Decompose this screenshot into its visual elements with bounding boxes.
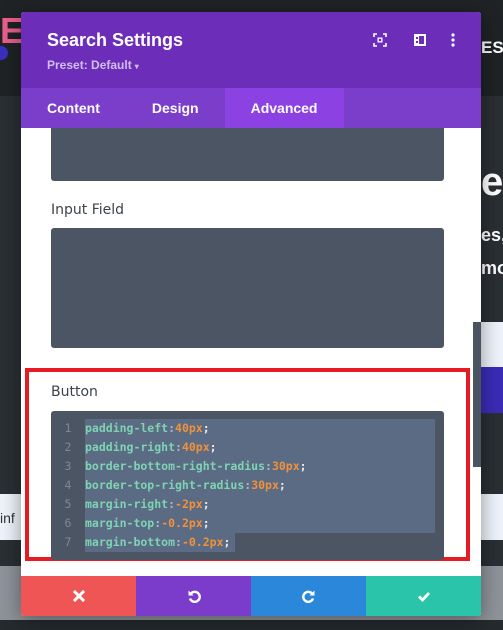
css-property: padding-right <box>85 440 176 454</box>
css-semicolon: ; <box>299 459 307 473</box>
background-search-input[interactable] <box>481 322 503 368</box>
css-semicolon: ; <box>202 516 210 530</box>
css-value: 30px <box>251 478 279 492</box>
background-info-text: inf <box>0 510 15 526</box>
line-number: 3 <box>64 459 72 473</box>
code-line: 5 margin-right: -2px; <box>51 495 444 514</box>
input-field-label: Input Field <box>51 202 125 218</box>
background-search-button[interactable] <box>481 367 503 413</box>
settings-modal: Search Settings Preset: Default ▾ Conten… <box>21 12 481 616</box>
tab-advanced[interactable]: Advanced <box>224 88 344 128</box>
input-field-css-editor[interactable] <box>51 228 444 348</box>
line-number: 1 <box>64 421 72 435</box>
css-colon: : <box>265 459 272 473</box>
code-line: 3 border-bottom-right-radius:30px; <box>51 457 444 476</box>
css-value: -0.2px <box>161 516 203 530</box>
css-colon: : <box>175 440 182 454</box>
code-line: 1 padding-left:40px; <box>51 419 444 438</box>
code-line: 2 padding-right:40px; <box>51 438 444 457</box>
preset-dropdown[interactable]: Preset: Default ▾ <box>47 58 139 72</box>
code-line: 4 border-top-right-radius:30px; <box>51 476 444 495</box>
save-check-icon <box>417 592 430 603</box>
css-property: margin-top <box>85 516 155 530</box>
css-value: 30px <box>271 459 300 473</box>
cancel-button[interactable] <box>21 576 136 616</box>
css-semicolon: ; <box>223 535 231 549</box>
css-property: border-bottom-right-radius <box>85 459 266 473</box>
css-value: -0.2px <box>181 535 224 549</box>
button-css-editor[interactable]: 1 padding-left:40px; 2 padding-right:40px; 3… <box>51 411 444 560</box>
modal-footer <box>21 576 481 616</box>
redo-button[interactable] <box>251 576 366 616</box>
background-heading: e <box>481 160 503 204</box>
button-label: Button <box>51 384 98 400</box>
save-button[interactable] <box>366 576 481 616</box>
redo-icon <box>301 590 314 603</box>
css-colon: : <box>168 421 176 435</box>
css-colon: : <box>154 516 162 530</box>
background-nav-item[interactable]: ES <box>481 38 503 58</box>
caret-down-icon: ▾ <box>134 62 139 71</box>
undo-icon <box>188 590 201 603</box>
css-value: -2px <box>175 497 203 511</box>
tab-content[interactable]: Content <box>21 88 126 128</box>
modal-body: Input Field Button 1 padding-left:40px; 2 p… <box>21 128 481 561</box>
line-number: 6 <box>64 516 72 530</box>
css-property: border-top-right-radius <box>85 478 245 492</box>
css-colon: : <box>244 478 252 492</box>
css-semicolon: ; <box>202 421 210 435</box>
css-property: padding-left <box>85 421 169 435</box>
css-editor-previous[interactable] <box>51 128 444 181</box>
code-lines: 1 padding-left:40px; 2 padding-right:40px; 3… <box>51 419 444 552</box>
css-semicolon: ; <box>202 497 210 511</box>
code-line: 6 margin-top: -0.2px; <box>51 514 444 533</box>
page-scrollbar[interactable] <box>473 322 481 467</box>
line-number: 7 <box>64 535 72 549</box>
css-value: 40px <box>175 421 203 435</box>
split-view-icon[interactable] <box>412 32 428 48</box>
css-colon: : <box>168 497 176 511</box>
code-line: 7 margin-bottom: -0.2px; <box>51 533 444 552</box>
css-colon: : <box>175 535 182 549</box>
css-value: 40px <box>181 440 210 454</box>
modal-title: Search Settings <box>47 30 184 50</box>
background-subtext: es, <box>481 225 503 245</box>
css-property: margin-bottom <box>85 535 176 549</box>
tab-design[interactable]: Design <box>126 88 225 128</box>
undo-button[interactable] <box>136 576 251 616</box>
line-number: 5 <box>64 497 72 511</box>
background-bottom-bar <box>0 620 503 630</box>
css-semicolon: ; <box>209 440 217 454</box>
background-subtext: mo <box>481 258 503 278</box>
modal-header: Search Settings Preset: Default ▾ <box>21 12 481 88</box>
line-number: 4 <box>64 478 72 492</box>
css-semicolon: ; <box>278 478 286 492</box>
cancel-icon <box>72 589 85 603</box>
preset-label: Preset: Default <box>47 58 132 72</box>
css-property: margin-right <box>85 497 169 511</box>
settings-tabs: Content Design Advanced <box>21 88 481 128</box>
line-number: 2 <box>64 440 72 454</box>
fullscreen-icon[interactable] <box>372 32 388 48</box>
more-options-icon[interactable] <box>445 32 461 48</box>
